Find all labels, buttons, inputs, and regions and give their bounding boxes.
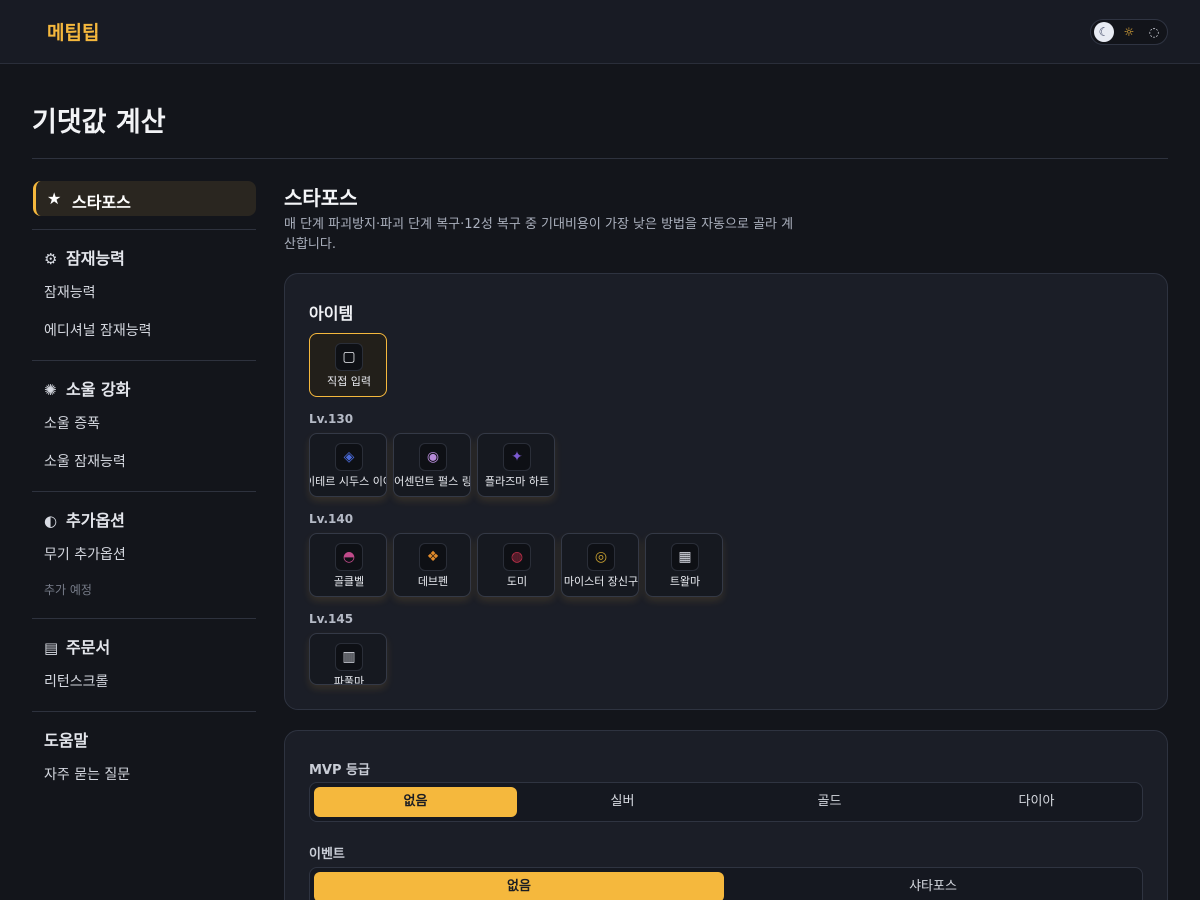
theme-toggle[interactable]: ☾ ☼ ◌: [1090, 19, 1168, 45]
item-label: 도미: [506, 575, 528, 588]
item-label: 파풀마: [333, 675, 365, 685]
item-tile[interactable]: ◈ 아이테르 시두스 이어링: [309, 433, 387, 497]
item-icon: ◍: [503, 543, 531, 571]
item-icon: ◈: [335, 443, 363, 471]
item-label: 플라즈마 하트: [484, 475, 550, 488]
item-icon: ◓: [335, 543, 363, 571]
sidebar-item-faq[interactable]: 자주 묻는 질문: [44, 764, 130, 784]
mvp-option-gold[interactable]: 골드: [728, 787, 931, 817]
page-title: 기댓값 계산: [32, 107, 166, 138]
item-label: 어센던트 펄스 링: [394, 475, 471, 488]
mvp-segmented-control: 없음 실버 골드 다이아: [309, 782, 1143, 822]
sun-icon[interactable]: ☼: [1119, 22, 1139, 42]
sidebar-item-label: 스타포스: [72, 193, 131, 212]
star-icon: ★: [47, 189, 62, 208]
level-label: Lv.140: [309, 512, 354, 526]
sidebar-group-potential: ⚙ 잠재능력: [44, 249, 125, 268]
item-card: 아이템 ▢ 직접 입력 Lv.130 ◈ 아이테르 시두스 이어링 ◉ 어센던트 펄스…: [284, 273, 1168, 710]
event-option-none[interactable]: 없음: [314, 872, 724, 900]
item-icon: ▥: [335, 643, 363, 671]
section-description: 매 단계 파괴방지·파괴 단계 복구·12성 복구 중 기대비용이 가장 낮은 …: [284, 217, 794, 252]
app-logo[interactable]: 메팁팁: [47, 18, 99, 45]
mvp-option-silver[interactable]: 실버: [521, 787, 724, 817]
item-tile[interactable]: ▦ 트왈마: [645, 533, 723, 597]
bonus-stats-icon: ◐: [44, 512, 58, 530]
item-tile[interactable]: ✦ 플라즈마 하트: [477, 433, 555, 497]
sidebar-item-return-scroll[interactable]: 리턴스크롤: [44, 671, 108, 691]
divider: [32, 711, 256, 712]
level-label: Lv.145: [309, 612, 354, 626]
item-label: 아이테르 시두스 이어링: [310, 475, 386, 488]
sidebar-group-soul: ✺ 소울 강화: [44, 380, 131, 399]
item-tile[interactable]: ◍ 도미: [477, 533, 555, 597]
item-label: 데브펜: [417, 575, 449, 588]
sidebar-item-soul-potential[interactable]: 소울 잠재능력: [44, 451, 126, 471]
soul-icon: ✺: [44, 381, 57, 399]
divider: [32, 158, 1168, 159]
scroll-icon: ▤: [44, 639, 59, 657]
item-tile[interactable]: ◎ 마이스터 장신구: [561, 533, 639, 597]
divider: [32, 618, 256, 619]
sidebar-item-soul-amplify[interactable]: 소울 증폭: [44, 413, 100, 433]
options-card: MVP 등급 없음 실버 골드 다이아 이벤트 없음 샤타포스: [284, 730, 1168, 900]
sidebar-group-bonus-stats: ◐ 추가옵션: [44, 511, 125, 530]
sidebar-item-additional-potential[interactable]: 에디셔널 잠재능력: [44, 320, 152, 340]
item-tile[interactable]: ▥ 파풀마: [309, 633, 387, 685]
item-tile[interactable]: ❖ 데브펜: [393, 533, 471, 597]
item-label: 골클벨: [333, 575, 365, 588]
sidebar-item-coming-soon: 추가 예정: [44, 583, 92, 597]
item-tile[interactable]: ◉ 어센던트 펄스 링: [393, 433, 471, 497]
sidebar-group-help: 도움말: [44, 731, 89, 750]
item-label: 트왈마: [669, 575, 701, 588]
sidebar-item-starforce[interactable]: ★ 스타포스: [33, 181, 256, 216]
level-label: Lv.130: [309, 412, 354, 426]
item-direct-input[interactable]: ▢ 직접 입력: [309, 333, 387, 397]
event-option-shining-starforce[interactable]: 샤타포스: [728, 872, 1138, 900]
divider: [32, 491, 256, 492]
sidebar-item-weapon-bonus[interactable]: 무기 추가옵션: [44, 544, 126, 564]
item-tile[interactable]: ◓ 골클벨: [309, 533, 387, 597]
item-icon: ✦: [503, 443, 531, 471]
sidebar-group-scroll: ▤ 주문서: [44, 638, 111, 657]
system-theme-icon[interactable]: ◌: [1144, 22, 1164, 42]
item-label: 직접 입력: [327, 375, 371, 388]
top-header: 메팁팁 ☾ ☼ ◌: [0, 0, 1200, 64]
item-icon: ▦: [671, 543, 699, 571]
sidebar-item-potential[interactable]: 잠재능력: [44, 282, 96, 302]
potential-icon: ⚙: [44, 250, 58, 268]
moon-icon[interactable]: ☾: [1094, 22, 1114, 42]
divider: [32, 360, 256, 361]
item-icon: ◉: [419, 443, 447, 471]
section-title: 스타포스: [284, 186, 358, 210]
item-icon: ◎: [587, 543, 615, 571]
mvp-label: MVP 등급: [309, 763, 370, 778]
mvp-option-none[interactable]: 없음: [314, 787, 517, 817]
divider: [32, 229, 256, 230]
mvp-option-diamond[interactable]: 다이아: [935, 787, 1138, 817]
item-label: 마이스터 장신구: [563, 575, 639, 588]
square-icon: ▢: [335, 343, 363, 371]
event-label: 이벤트: [309, 847, 345, 862]
card-title: 아이템: [309, 304, 354, 323]
item-icon: ❖: [419, 543, 447, 571]
event-segmented-control: 없음 샤타포스: [309, 867, 1143, 900]
